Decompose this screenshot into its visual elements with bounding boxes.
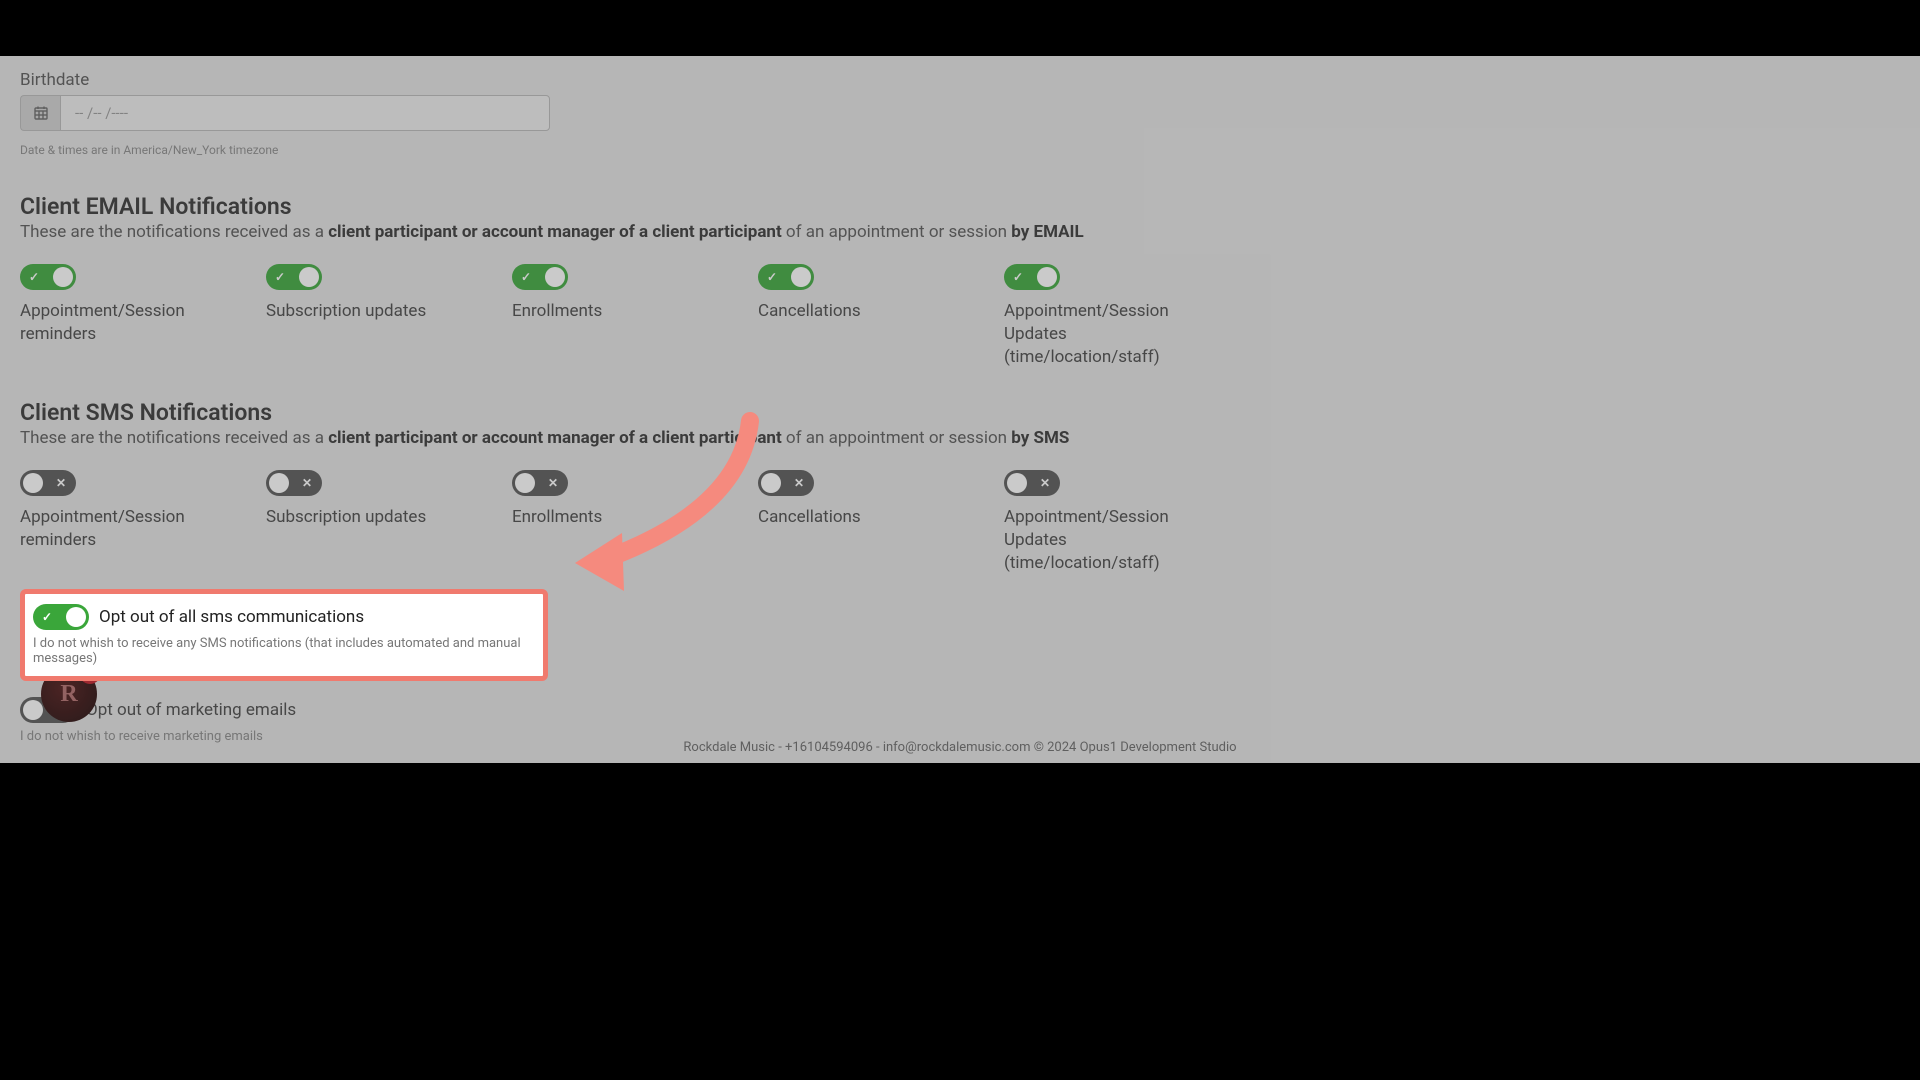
- sms-section-desc: These are the notifications received as …: [20, 428, 1900, 448]
- toggle-email-reminders[interactable]: ✓: [20, 264, 76, 290]
- toggle-email-enrollments-label: Enrollments: [512, 300, 724, 323]
- birthdate-field[interactable]: -- /-- /----: [20, 95, 1900, 131]
- toggle-email-subscription-label: Subscription updates: [266, 300, 478, 323]
- toggle-sms-cancellations[interactable]: ✕: [758, 470, 814, 496]
- email-toggle-grid: ✓ Appointment/Session reminders ✓ Subscr…: [20, 264, 1900, 369]
- calendar-icon: [20, 95, 60, 131]
- sms-toggle-grid: ✕ Appointment/Session reminders ✕ Subscr…: [20, 470, 1900, 575]
- toggle-email-subscription[interactable]: ✓: [266, 264, 322, 290]
- opt-out-sms-label: Opt out of all sms communications: [99, 607, 364, 627]
- toggle-sms-enrollments-label: Enrollments: [512, 506, 724, 529]
- toggle-email-cancellations[interactable]: ✓: [758, 264, 814, 290]
- toggle-opt-out-sms[interactable]: ✓: [33, 604, 89, 630]
- toggle-sms-reminders-label: Appointment/Session reminders: [20, 506, 232, 552]
- opt-out-marketing-label: Opt out of marketing emails: [86, 700, 296, 720]
- timezone-helper: Date & times are in America/New_York tim…: [20, 143, 1900, 157]
- birthdate-input[interactable]: -- /-- /----: [60, 95, 550, 131]
- toggle-email-updates[interactable]: ✓: [1004, 264, 1060, 290]
- toggle-sms-enrollments[interactable]: ✕: [512, 470, 568, 496]
- toggle-email-cancellations-label: Cancellations: [758, 300, 970, 323]
- toggle-sms-subscription-label: Subscription updates: [266, 506, 478, 529]
- toggle-email-reminders-label: Appointment/Session reminders: [20, 300, 232, 346]
- sms-section-heading: Client SMS Notifications: [20, 399, 1900, 426]
- birthdate-label: Birthdate: [20, 70, 1900, 90]
- opt-out-sms-desc: I do not whish to receive any SMS notifi…: [33, 636, 531, 666]
- toggle-sms-subscription[interactable]: ✕: [266, 470, 322, 496]
- toggle-sms-updates[interactable]: ✕: [1004, 470, 1060, 496]
- email-section-heading: Client EMAIL Notifications: [20, 193, 1900, 220]
- toggle-email-updates-label: Appointment/Session Updates (time/locati…: [1004, 300, 1216, 369]
- toggle-email-enrollments[interactable]: ✓: [512, 264, 568, 290]
- opt-out-sms-highlight: ✓ Opt out of all sms communications I do…: [20, 589, 548, 681]
- footer-text: Rockdale Music - +16104594096 - info@roc…: [0, 740, 1920, 755]
- email-section-desc: These are the notifications received as …: [20, 222, 1900, 242]
- toggle-sms-cancellations-label: Cancellations: [758, 506, 970, 529]
- toggle-sms-updates-label: Appointment/Session Updates (time/locati…: [1004, 506, 1216, 575]
- toggle-sms-reminders[interactable]: ✕: [20, 470, 76, 496]
